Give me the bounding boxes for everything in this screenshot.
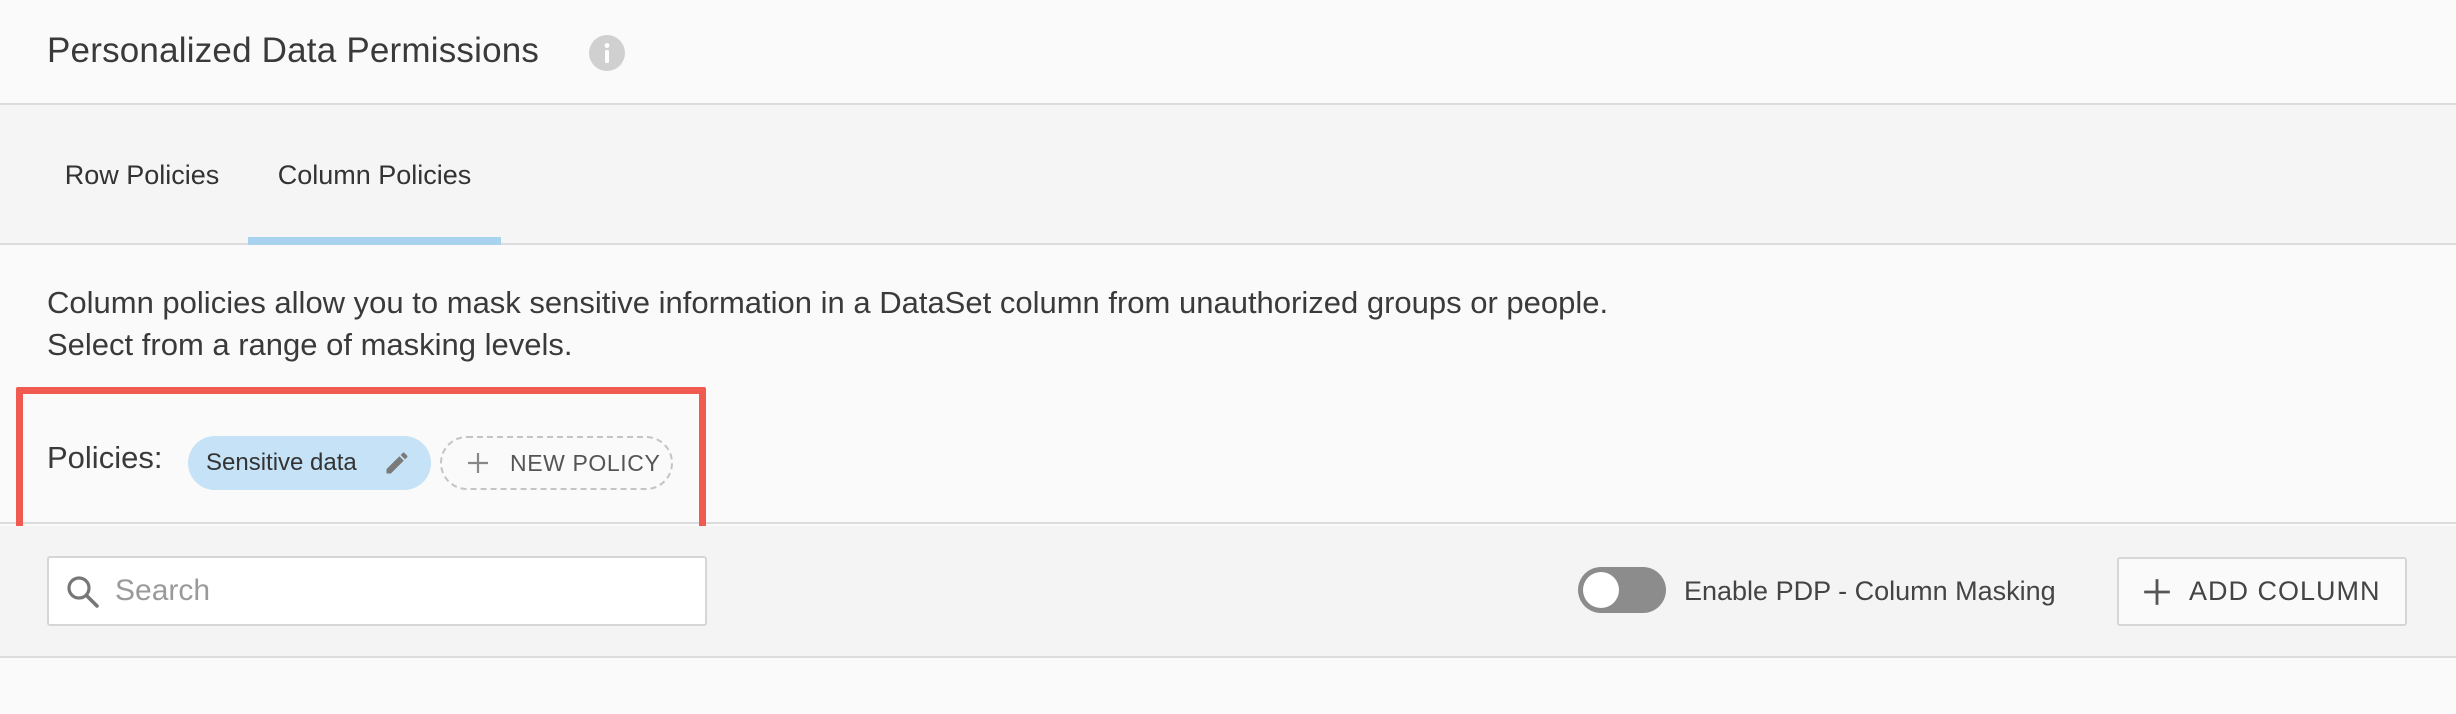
new-policy-button[interactable]: NEW POLICY	[440, 436, 673, 490]
toggle-knob	[1583, 572, 1619, 608]
description-line-2: Select from a range of masking levels.	[47, 327, 573, 362]
plus-icon	[468, 453, 488, 473]
search-icon	[67, 576, 99, 608]
plus-icon	[2144, 578, 2170, 605]
policy-chip-sensitive-data[interactable]: Sensitive data	[188, 436, 431, 490]
tab-row-policies[interactable]: Row Policies	[40, 105, 244, 245]
pencil-icon[interactable]	[383, 449, 411, 477]
description: Column policies allow you to mask sensit…	[47, 282, 1608, 366]
add-column-label: ADD COLUMN	[2189, 576, 2381, 606]
page-header: Personalized Data Permissions	[0, 0, 2456, 105]
tab-column-policies[interactable]: Column Policies	[248, 105, 501, 245]
active-tab-indicator	[248, 237, 501, 245]
new-policy-label: NEW POLICY	[510, 449, 661, 476]
search-box[interactable]	[47, 556, 707, 626]
toggle-label: Enable PDP - Column Masking	[1684, 576, 2056, 606]
tab-bar: Row Policies Column Policies	[0, 105, 2456, 245]
search-input[interactable]	[115, 558, 695, 624]
info-icon[interactable]	[589, 35, 625, 71]
policies-label: Policies:	[47, 440, 163, 475]
policy-chip-label: Sensitive data	[206, 449, 357, 476]
page: Personalized Data Permissions Row Polici…	[0, 0, 2456, 714]
description-line-1: Column policies allow you to mask sensit…	[47, 285, 1609, 320]
page-title: Personalized Data Permissions	[47, 31, 540, 70]
add-column-button[interactable]: ADD COLUMN	[2117, 557, 2407, 626]
enable-pdp-toggle[interactable]	[1578, 567, 1666, 613]
